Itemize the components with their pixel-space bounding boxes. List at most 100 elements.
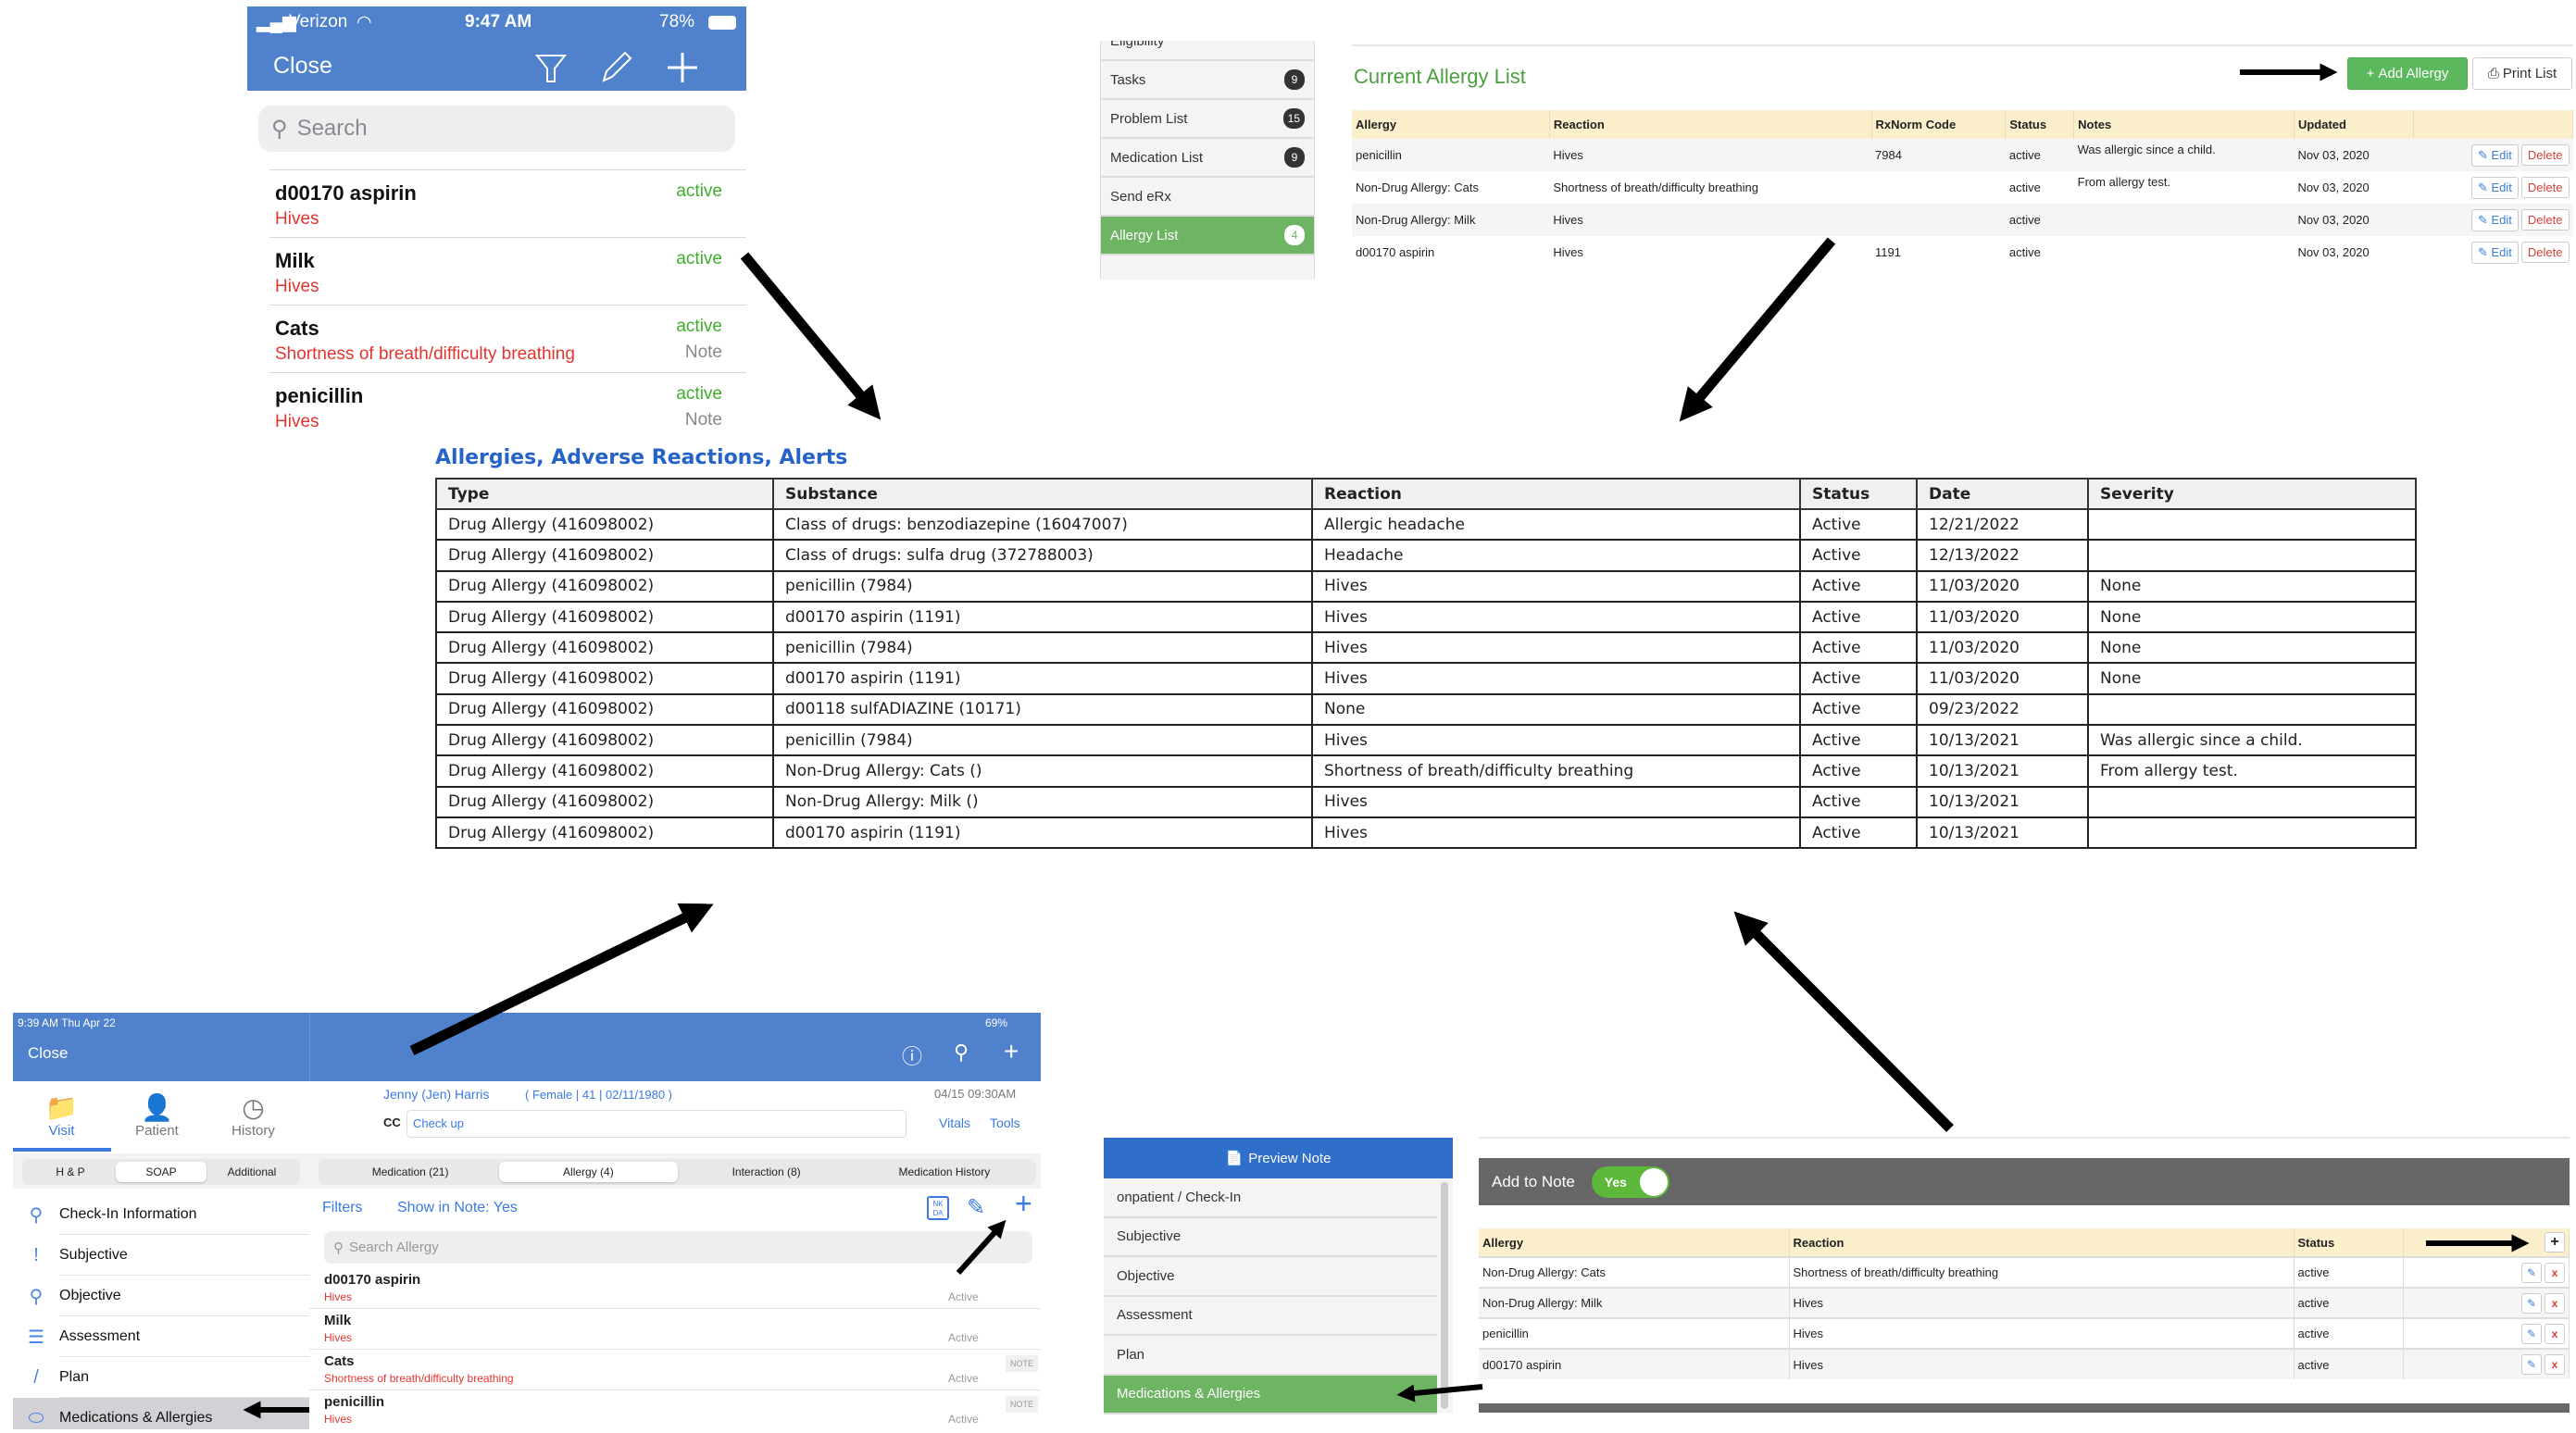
cc-input[interactable]: Check up: [406, 1110, 907, 1138]
tab-history[interactable]: ◷ History: [219, 1092, 288, 1139]
sidebar-item[interactable]: Medication List 9: [1101, 139, 1314, 178]
sidebar-item[interactable]: / Plan: [13, 1357, 309, 1398]
sidebar-item[interactable]: ⬭ Medications & Allergies: [13, 1398, 309, 1429]
plus-icon[interactable]: [666, 51, 699, 84]
segment-option[interactable]: Allergy (4): [499, 1162, 678, 1182]
sidebar-item[interactable]: Send eRx: [1101, 178, 1314, 217]
print-list-button[interactable]: ⎙ Print List: [2472, 57, 2572, 90]
allergy-list-item[interactable]: penicillin Hives active Note: [269, 372, 746, 440]
note-type-segmented[interactable]: H & P SOAP Additional: [22, 1159, 300, 1185]
add-allergy-plus-icon[interactable]: +: [2545, 1232, 2565, 1252]
table-row: Non-Drug Allergy: Cats Shortness of breat…: [1352, 171, 2573, 204]
delete-button[interactable]: Delete: [2520, 143, 2570, 166]
patient-info[interactable]: ( Female | 41 | 02/11/1980 ): [525, 1088, 672, 1102]
info-icon[interactable]: ⓘ: [902, 1040, 922, 1070]
close-button[interactable]: Close: [273, 53, 332, 80]
close-button[interactable]: Close: [28, 1044, 68, 1063]
sidebar-item[interactable]: ! Subjective: [13, 1235, 309, 1276]
segment-option[interactable]: Additional: [206, 1162, 297, 1182]
plus-icon[interactable]: +: [1004, 1037, 1019, 1066]
table-cell: [2073, 204, 2295, 236]
scrollbar[interactable]: [1441, 1182, 1448, 1409]
sidebar-item[interactable]: Tasks 9: [1101, 61, 1314, 100]
allergy-list-item[interactable]: Cats Shortness of breath/difficulty breat…: [309, 1350, 1041, 1390]
note-nav-item[interactable]: Subjective: [1104, 1218, 1437, 1257]
edit-icon[interactable]: ✎: [2521, 1354, 2542, 1375]
patient-name[interactable]: Jenny (Jen) Harris: [383, 1087, 489, 1102]
segment-option[interactable]: H & P: [25, 1162, 116, 1182]
add-to-note-toggle[interactable]: Yes: [1591, 1165, 1669, 1198]
ipad-visit-screen: 9:39 AM Thu Apr 22 69% Close ⓘ ⚲ + 📁 Visi…: [13, 1013, 1041, 1429]
sidebar-item[interactable]: Eligibility: [1101, 41, 1314, 61]
segment-option[interactable]: Medication History: [856, 1162, 1033, 1182]
vitals-link[interactable]: Vitals: [939, 1115, 970, 1130]
note-nav-item[interactable]: onpatient / Check-In: [1104, 1178, 1437, 1218]
allergy-reaction: Shortness of breath/difficulty breathing: [324, 1372, 514, 1385]
note-badge[interactable]: NOTE: [1006, 1355, 1039, 1372]
search-allergy-input[interactable]: ⚲ Search Allergy: [324, 1231, 1032, 1264]
table-row: Drug Allergy (416098002) d00170 aspirin (…: [435, 600, 2417, 634]
footer-bar: [1479, 1403, 2570, 1413]
allergy-list-item[interactable]: d00170 aspirin Hives active: [269, 169, 746, 237]
delete-icon[interactable]: x: [2545, 1354, 2565, 1375]
delete-icon[interactable]: x: [2545, 1323, 2565, 1344]
show-in-note-toggle[interactable]: Show in Note: Yes: [397, 1200, 518, 1216]
sidebar-item-label: Medications & Allergies: [59, 1410, 213, 1426]
delete-button[interactable]: Delete: [2520, 176, 2570, 198]
sidebar-item-label: Allergy List: [1110, 227, 1179, 243]
edit-icon[interactable]: ✎: [2521, 1323, 2542, 1344]
allergy-list-item[interactable]: penicillin Hives Active NOTE: [309, 1390, 1041, 1429]
edit-button[interactable]: ✎ Edit: [2471, 143, 2519, 167]
sidebar-item[interactable]: ⚲ Objective: [13, 1276, 309, 1316]
tab-patient[interactable]: 👤 Patient: [122, 1092, 192, 1139]
note-badge[interactable]: NOTE: [1006, 1396, 1039, 1413]
table-cell: active: [2294, 1287, 2404, 1318]
sidebar-item[interactable]: Problem List 15: [1101, 100, 1314, 139]
edit-icon[interactable]: ✎: [2521, 1292, 2542, 1314]
segment-option[interactable]: SOAP: [116, 1162, 206, 1182]
note-nav-item[interactable]: Medications & Allergies: [1104, 1375, 1437, 1414]
pencil-icon[interactable]: [599, 51, 632, 84]
edit-icon[interactable]: ✎: [2521, 1262, 2542, 1283]
allergy-list-item[interactable]: Cats Shortness of breath/difficulty breat…: [269, 305, 746, 372]
tab-visit[interactable]: 📁 Visit: [27, 1092, 96, 1139]
nkda-button[interactable]: NK DA: [927, 1196, 949, 1220]
filter-icon[interactable]: [534, 51, 568, 84]
add-allergy-button[interactable]: + Add Allergy: [2347, 57, 2468, 90]
preview-note-button[interactable]: 📄 Preview Note: [1104, 1138, 1453, 1178]
delete-button[interactable]: Delete: [2520, 241, 2570, 263]
delete-icon[interactable]: x: [2545, 1262, 2565, 1283]
table-row: Drug Allergy (416098002) Non-Drug Allergy…: [435, 785, 2417, 818]
delete-button[interactable]: Delete: [2520, 208, 2570, 231]
tools-link[interactable]: Tools: [990, 1115, 1020, 1130]
search-icon[interactable]: ⚲: [954, 1040, 969, 1065]
note-label[interactable]: Note: [685, 343, 722, 363]
pencil-icon[interactable]: ✎: [967, 1194, 985, 1221]
table-cell: Drug Allergy (416098002): [435, 539, 774, 572]
filters-button[interactable]: Filters: [322, 1200, 363, 1216]
allergy-list-item[interactable]: Milk Hives active: [269, 237, 746, 305]
allergy-list-item[interactable]: d00170 aspirin Hives Active: [309, 1268, 1041, 1309]
delete-icon[interactable]: x: [2545, 1292, 2565, 1314]
edit-button[interactable]: ✎ Edit: [2471, 176, 2519, 199]
search-input[interactable]: ⚲ Search: [258, 106, 735, 152]
segment-option[interactable]: Interaction (8): [678, 1162, 856, 1182]
note-nav-item[interactable]: Objective: [1104, 1257, 1437, 1297]
sidebar-item[interactable]: ⚲ Check-In Information: [13, 1194, 309, 1235]
allergy-med-segmented[interactable]: Medication (21) Allergy (4) Interaction (8…: [319, 1159, 1036, 1185]
add-allergy-plus-icon[interactable]: +: [1015, 1187, 1032, 1221]
segment-option[interactable]: Medication (21): [321, 1162, 499, 1182]
note-nav-item[interactable]: Plan: [1104, 1336, 1437, 1376]
edit-button[interactable]: ✎ Edit: [2471, 208, 2519, 231]
allergy-reaction: Shortness of breath/difficulty breathing: [275, 344, 575, 364]
sidebar-item[interactable]: [1101, 255, 1314, 280]
table-cell: Was allergic since a child.: [2073, 139, 2295, 171]
note-nav-item[interactable]: Assessment: [1104, 1297, 1437, 1336]
allergy-list-item[interactable]: Milk Hives Active: [309, 1309, 1041, 1350]
ipad-header: [13, 1013, 1041, 1081]
edit-button[interactable]: ✎ Edit: [2471, 241, 2519, 264]
note-label[interactable]: Note: [685, 410, 722, 430]
sidebar-item[interactable]: Allergy List 4: [1101, 217, 1314, 255]
sidebar-item[interactable]: ☰ Assessment: [13, 1316, 309, 1357]
add-to-note-label: Add to Note: [1492, 1172, 1575, 1190]
